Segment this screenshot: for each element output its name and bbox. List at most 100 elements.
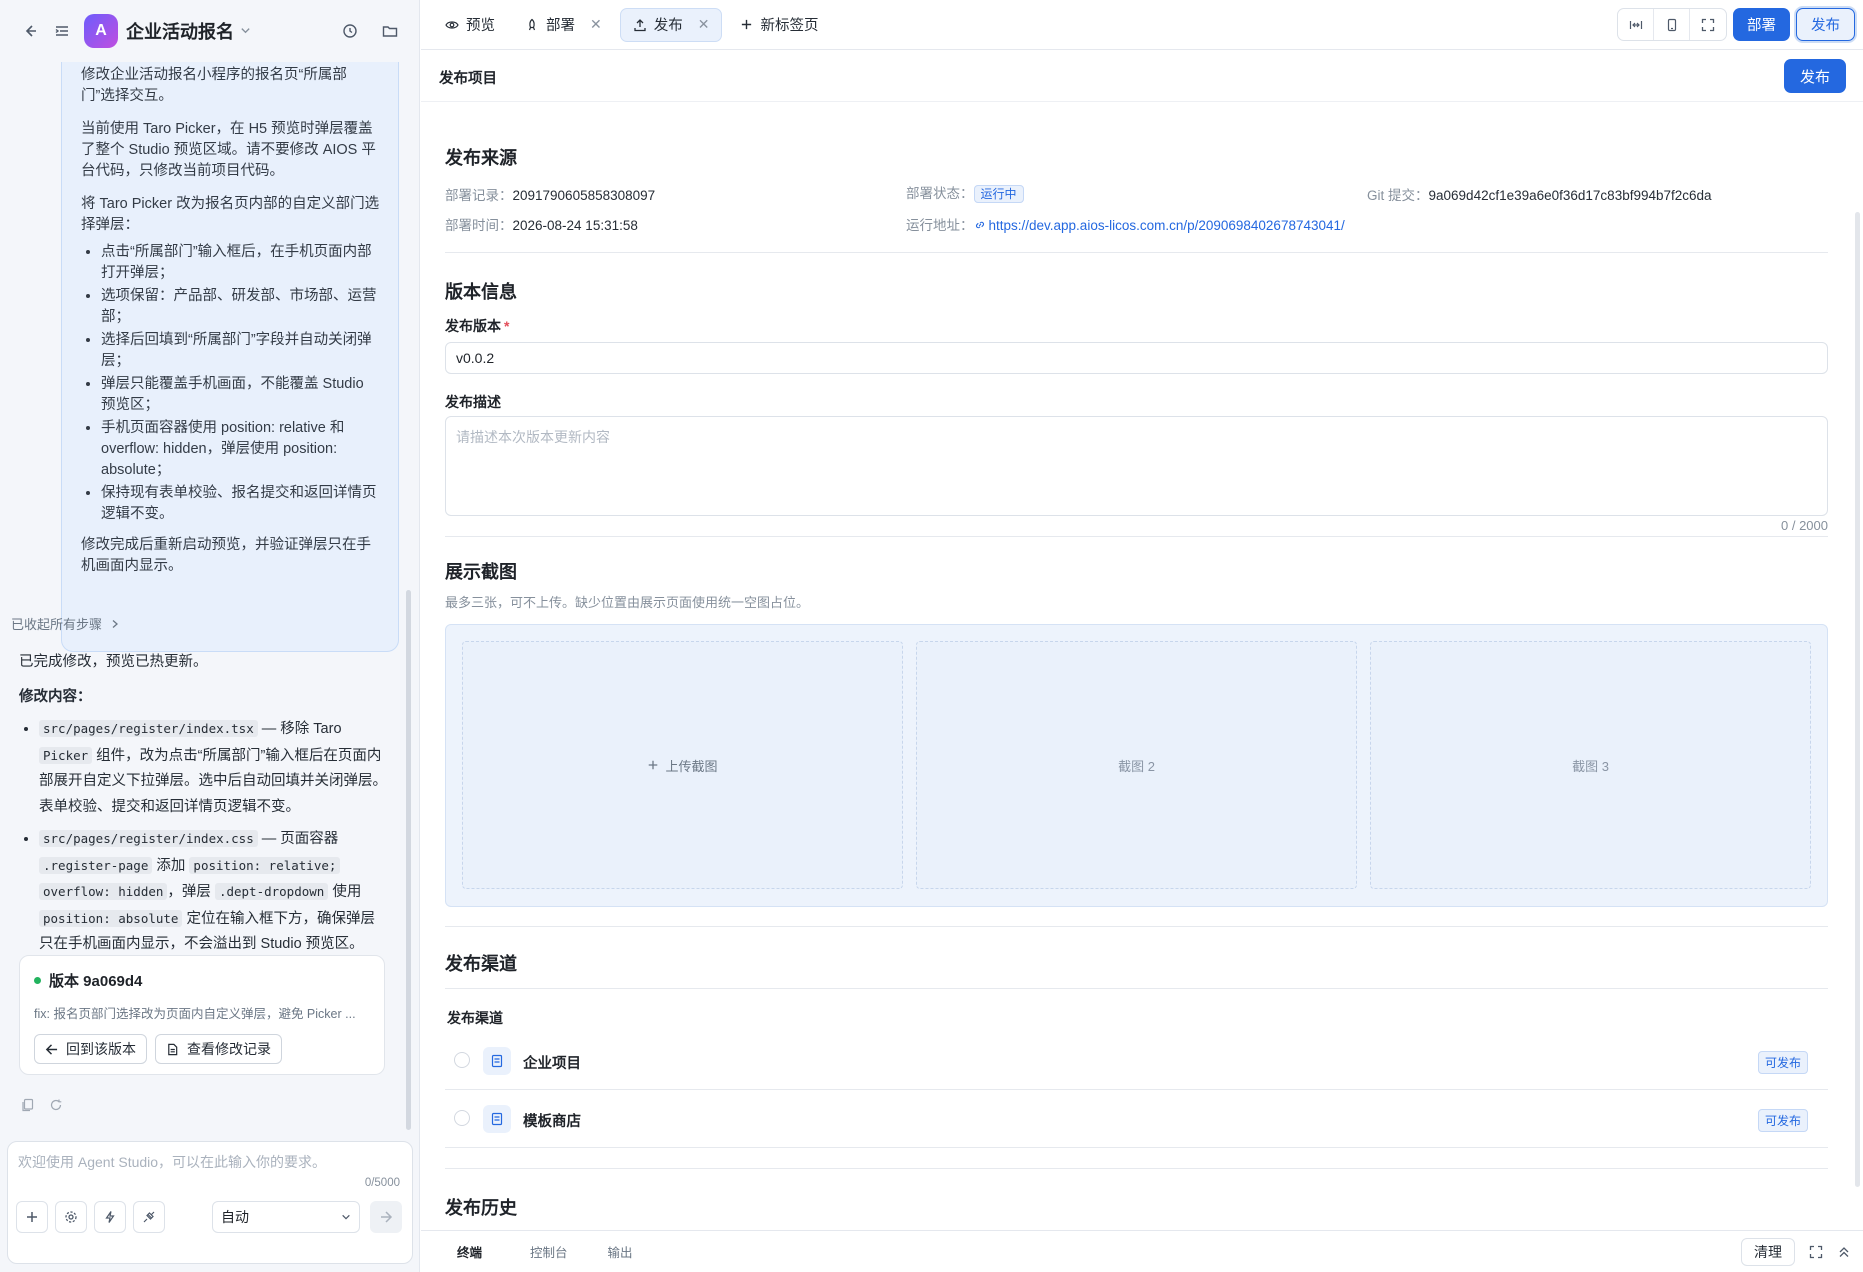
version-section-title: 版本信息	[445, 282, 517, 302]
channel-radio[interactable]	[454, 1052, 470, 1068]
version-label-text: 发布版本	[445, 318, 501, 334]
chat-input[interactable]: 欢迎使用 Agent Studio，可以在此输入你的要求。	[18, 1152, 326, 1172]
app-logo: A	[84, 14, 118, 48]
history-icon[interactable]	[334, 15, 366, 47]
channel-row-enterprise[interactable]: 企业项目 可发布	[445, 1032, 1828, 1090]
tab-console[interactable]: 控制台	[530, 1242, 568, 1261]
chat-scrollbar[interactable]	[406, 590, 411, 1130]
send-button[interactable]	[370, 1201, 402, 1233]
version-title: 版本 9a069d4	[34, 970, 370, 991]
fullscreen-icon[interactable]	[1690, 9, 1726, 40]
fullscreen-icon[interactable]	[1809, 1245, 1823, 1259]
workspace: 预览 部署 ✕ 发布 ✕ 新标签页 部署 发布 发布项目 发布 发布来源 部署记…	[421, 0, 1863, 1272]
rocket-icon	[528, 18, 536, 30]
status-badge: 运行中	[973, 185, 1024, 203]
description-textarea[interactable]: 请描述本次版本更新内容	[445, 416, 1828, 516]
chat-header: A 企业活动报名	[0, 0, 420, 62]
list-item: 手机页面容器使用 position: relative 和 overflow: …	[101, 418, 380, 481]
channel-row-template-store[interactable]: 模板商店 可发布	[445, 1090, 1828, 1148]
copy-icon[interactable]	[21, 1098, 35, 1112]
status-dot	[34, 977, 41, 984]
chevron-down-icon	[342, 1214, 350, 1220]
list-item: src/pages/register/index.tsx — 移除 Taro P…	[39, 716, 389, 820]
screenshot-slot-3[interactable]: 截图 3	[1370, 641, 1811, 889]
reply-text: 添加	[152, 857, 190, 874]
chat-messages[interactable]: 修改企业活动报名小程序的报名页“所属部门”选择交互。 当前使用 Taro Pic…	[0, 62, 420, 1137]
settings-button[interactable]	[55, 1201, 87, 1233]
reply-heading: 修改内容：	[19, 689, 92, 705]
view-changelog-button[interactable]: 查看修改记录	[155, 1034, 282, 1064]
version-input[interactable]: v0.0.2	[445, 342, 1828, 374]
refresh-icon[interactable]	[49, 1098, 63, 1112]
code-inline: position: absolute	[39, 909, 183, 927]
upload-screenshot-slot[interactable]: 上传截图	[462, 641, 903, 889]
close-icon[interactable]: ✕	[590, 16, 602, 33]
back-icon[interactable]	[14, 15, 46, 47]
gear-icon	[65, 1211, 77, 1223]
revert-version-button[interactable]: 回到该版本	[34, 1034, 147, 1064]
store-icon	[483, 1105, 511, 1133]
close-icon[interactable]: ✕	[698, 16, 710, 33]
deploy-time-key: 部署时间：	[445, 218, 513, 233]
run-url-key: 运行地址：	[906, 218, 974, 233]
tab-publish[interactable]: 发布 ✕	[619, 7, 723, 42]
lightning-button[interactable]	[94, 1201, 126, 1233]
deploy-status-key: 部署状态：	[906, 186, 974, 201]
reply-text: ，弹层	[167, 884, 215, 900]
user-message-p2: 当前使用 Taro Picker，在 H5 预览时弹层覆盖了整个 Studio …	[81, 121, 376, 179]
code-path: src/pages/register/index.tsx	[39, 720, 258, 737]
folder-icon[interactable]	[374, 15, 406, 47]
model-select-value: 自动	[221, 1209, 249, 1225]
chevrons-up-icon[interactable]	[1837, 1245, 1851, 1259]
clear-button[interactable]: 清理	[1741, 1238, 1795, 1266]
chevron-down-icon[interactable]	[240, 23, 251, 39]
user-message-p3: 将 Taro Picker 改为报名页内部的自定义部门选择弹层：	[81, 196, 380, 233]
collapsed-steps-toggle[interactable]: 已收起所有步骤	[11, 614, 120, 633]
status-badge: 可发布	[1757, 1109, 1808, 1132]
publish-button[interactable]: 发布	[1783, 59, 1846, 93]
run-url: 运行地址： https://dev.app.aios-licos.com.cn/p…	[906, 214, 1345, 234]
screenshot-slot-2[interactable]: 截图 2	[916, 641, 1357, 889]
list-item: src/pages/register/index.css — 页面容器 .reg…	[39, 826, 389, 958]
app-name[interactable]: 企业活动报名	[126, 18, 234, 44]
run-url-link[interactable]: https://dev.app.aios-licos.com.cn/p/2090…	[989, 218, 1345, 233]
version-card: 版本 9a069d4 fix: 报名页部门选择改为页面内自定义弹层，避免 Pic…	[19, 955, 385, 1075]
link-icon	[975, 221, 984, 229]
menu-collapse-icon[interactable]	[46, 15, 78, 47]
list-item: 选项保留：产品部、研发部、市场部、运营部；	[101, 286, 380, 328]
tab-output[interactable]: 输出	[608, 1242, 633, 1261]
tab-deploy[interactable]: 部署 ✕	[513, 8, 614, 42]
plug-icon	[143, 1211, 155, 1223]
reply-intro: 已完成修改，预览已热更新。	[19, 654, 208, 670]
assistant-reply: 已完成修改，预览已热更新。 修改内容： src/pages/register/i…	[19, 650, 389, 958]
deploy-button[interactable]: 部署	[1733, 8, 1790, 41]
description-label: 发布描述	[445, 394, 501, 410]
git-commit: Git 提交：9a069d42cf1e39a6e0f36d17c83bf994b…	[1367, 184, 1712, 204]
code-path: src/pages/register/index.css	[39, 830, 258, 847]
model-select[interactable]: 自动	[212, 1201, 360, 1233]
revert-version-label: 回到该版本	[66, 1041, 136, 1057]
deploy-record-value: 2091790605858308097	[512, 188, 656, 203]
tab-terminal[interactable]: 终端	[457, 1242, 482, 1261]
status-badge: 可发布	[1757, 1051, 1808, 1074]
code-inline: .dept-dropdown	[214, 883, 329, 900]
divider	[445, 926, 1828, 927]
channel-name: 模板商店	[523, 1114, 581, 1130]
split-view-icon[interactable]	[1618, 9, 1654, 40]
divider	[445, 536, 1828, 537]
chat-input-box[interactable]: 欢迎使用 Agent Studio，可以在此输入你的要求。 0/5000 自动	[7, 1141, 413, 1264]
tab-preview[interactable]: 预览	[433, 8, 507, 42]
plugin-button[interactable]	[133, 1201, 165, 1233]
new-tab-button[interactable]: 新标签页	[728, 8, 830, 42]
publish-toolbar-button[interactable]: 发布	[1796, 8, 1855, 41]
channel-radio[interactable]	[454, 1110, 470, 1126]
add-button[interactable]	[16, 1201, 48, 1233]
description-char-count: 0 / 2000	[1781, 518, 1828, 533]
content-scrollbar[interactable]	[1855, 212, 1860, 1187]
publish-form[interactable]: 发布来源 部署记录：2091790605858308097 部署状态： 运行中 G…	[421, 102, 1863, 1230]
plus-icon	[27, 1212, 37, 1222]
deploy-time: 部署时间：2026-08-24 15:31:58	[445, 214, 638, 234]
mobile-view-icon[interactable]	[1654, 9, 1690, 40]
reply-text: 使用	[328, 884, 362, 900]
input-char-count: 0/5000	[364, 1177, 400, 1189]
